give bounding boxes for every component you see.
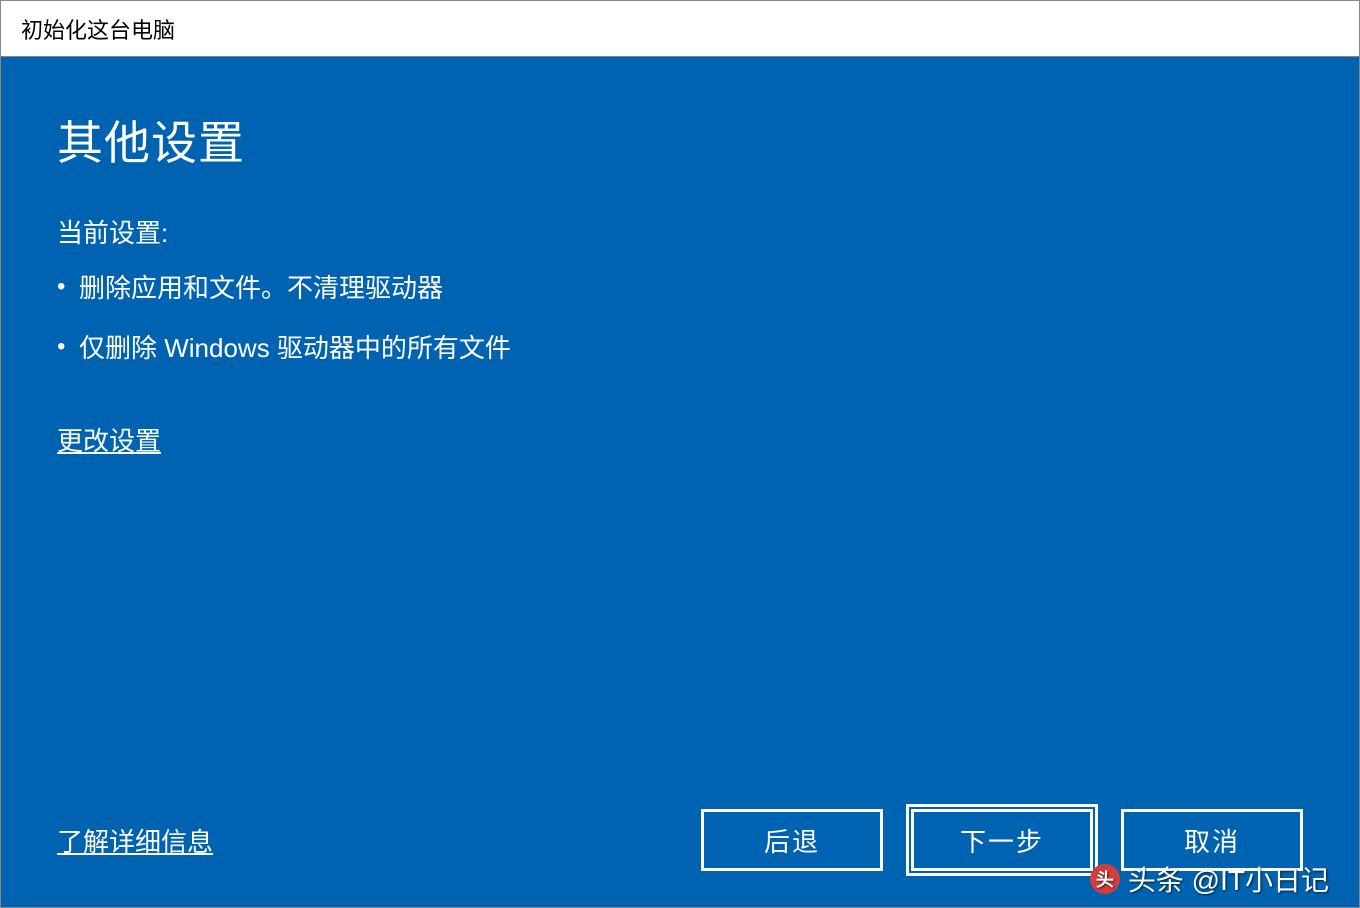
cancel-button[interactable]: 取消 xyxy=(1121,809,1303,871)
back-button[interactable]: 后退 xyxy=(701,809,883,871)
dialog-footer: 了解详细信息 后退 下一步 取消 xyxy=(57,809,1303,871)
settings-list: 删除应用和文件。不清理驱动器 仅删除 Windows 驱动器中的所有文件 xyxy=(57,268,1303,387)
page-heading: 其他设置 xyxy=(57,107,1303,173)
next-button[interactable]: 下一步 xyxy=(911,809,1093,871)
dialog-content: 其他设置 当前设置: 删除应用和文件。不清理驱动器 仅删除 Windows 驱动… xyxy=(1,57,1359,907)
change-settings-link[interactable]: 更改设置 xyxy=(57,421,1303,458)
list-item: 删除应用和文件。不清理驱动器 xyxy=(57,268,1303,310)
dialog-window: 初始化这台电脑 其他设置 当前设置: 删除应用和文件。不清理驱动器 仅删除 Wi… xyxy=(0,0,1360,908)
titlebar: 初始化这台电脑 xyxy=(1,1,1359,57)
window-title: 初始化这台电脑 xyxy=(21,13,175,45)
current-settings-label: 当前设置: xyxy=(57,213,1303,250)
list-item: 仅删除 Windows 驱动器中的所有文件 xyxy=(57,328,1303,370)
learn-more-link[interactable]: 了解详细信息 xyxy=(57,822,213,859)
